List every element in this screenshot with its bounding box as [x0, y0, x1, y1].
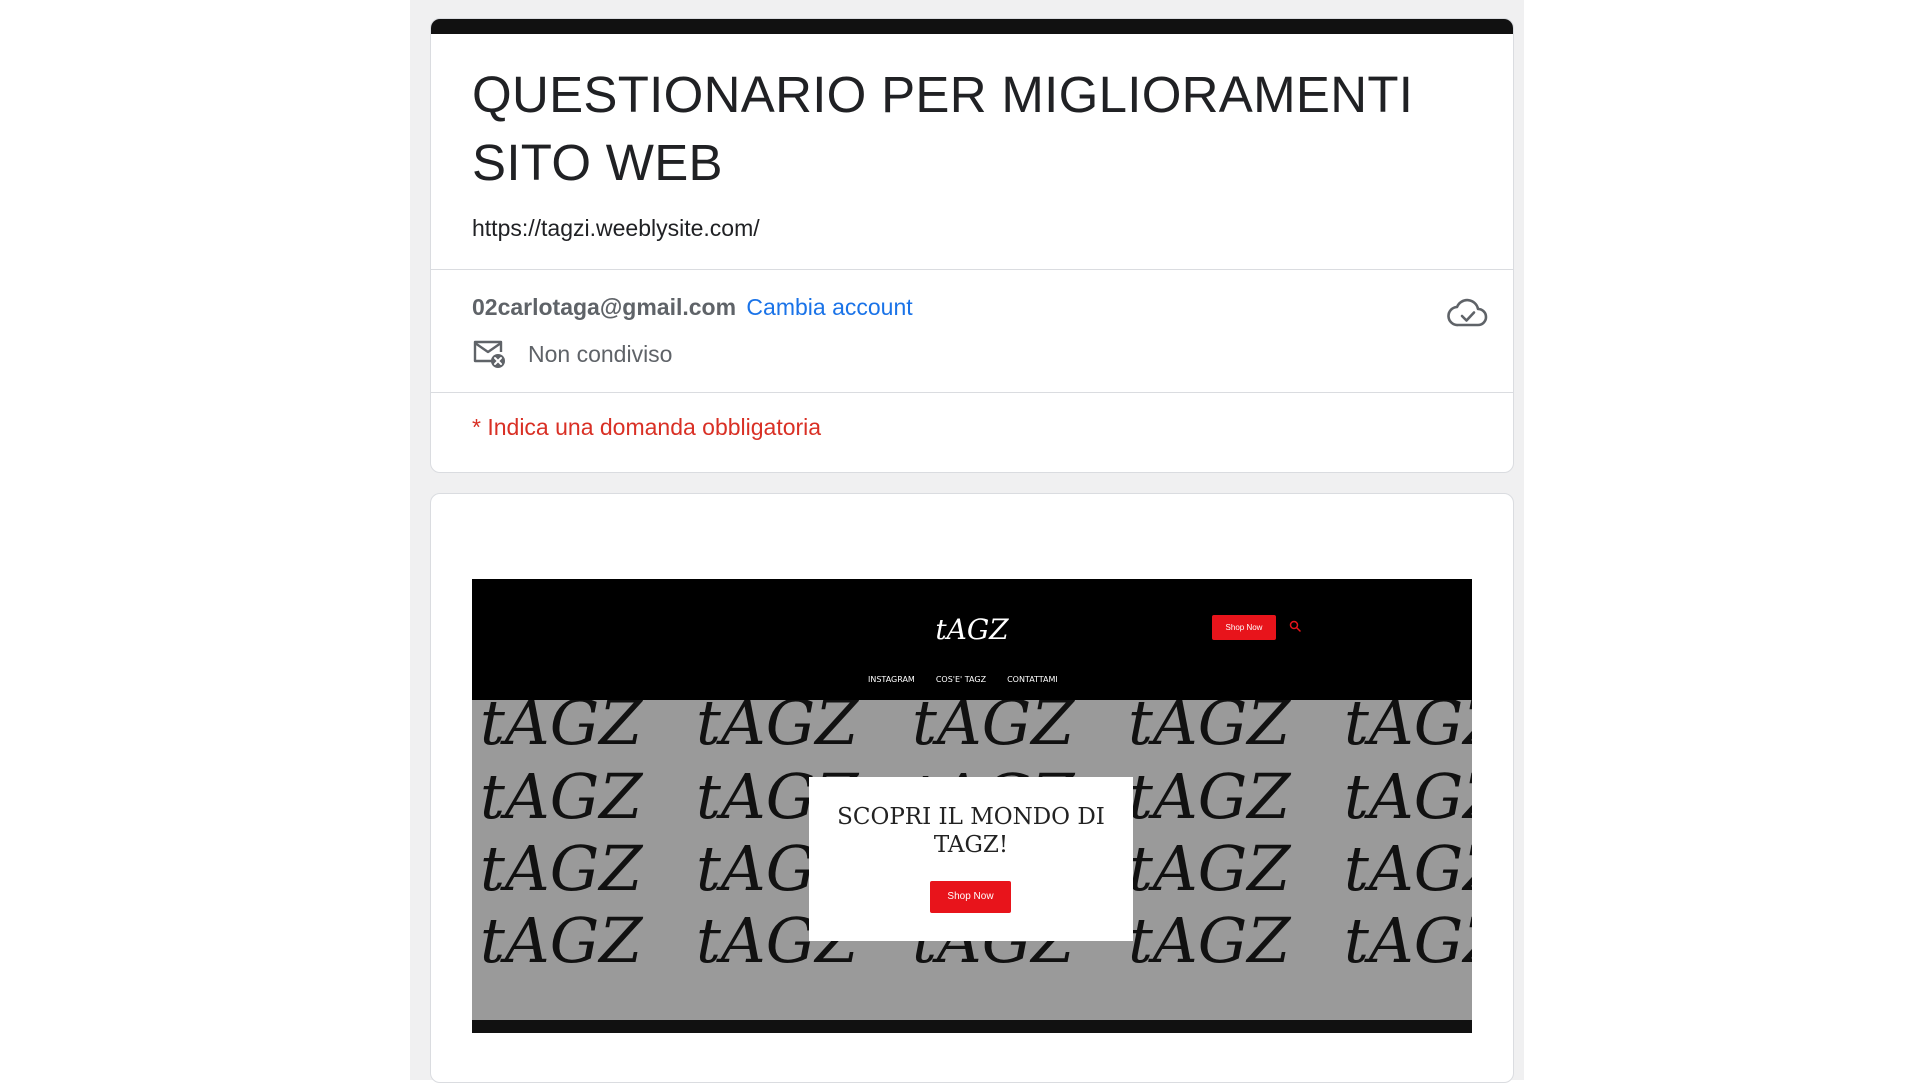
- pattern-logo-text: tAGZ: [1128, 904, 1291, 977]
- pattern-logo-text: tAGZ: [1344, 904, 1472, 977]
- site-nav: INSTAGRAM COS'E' TAGZ CONTATTAMI: [868, 675, 1058, 684]
- image-item-card: tAGZtAGZtAGZtAGZtAGZtAGZtAGZtAGZtAGZtAGZ…: [430, 493, 1514, 1083]
- mail-off-icon: [473, 340, 505, 368]
- website-screenshot: tAGZtAGZtAGZtAGZtAGZtAGZtAGZtAGZtAGZtAGZ…: [472, 579, 1472, 1033]
- form-description: https://tagzi.weeblysite.com/: [472, 215, 760, 241]
- pattern-logo-text: tAGZ: [1344, 700, 1472, 759]
- pattern-logo-text: tAGZ: [1128, 700, 1291, 759]
- pattern-logo-text: tAGZ: [480, 832, 643, 905]
- pattern-logo-text: tAGZ: [480, 760, 643, 833]
- site-header: tAGZ Shop Now INSTAGRAM COS'E' TAGZ CONT…: [472, 579, 1472, 700]
- form-title: QUESTIONARIO PER MIGLIORAMENTI SITO WEB: [472, 66, 1414, 191]
- site-nav-contact[interactable]: CONTATTAMI: [1007, 675, 1058, 684]
- pattern-logo-text: tAGZ: [480, 904, 643, 977]
- pattern-logo-text: tAGZ: [912, 700, 1075, 759]
- switch-account-link[interactable]: Cambia account: [746, 294, 912, 320]
- form-header-card: QUESTIONARIO PER MIGLIORAMENTI SITO WEB …: [430, 18, 1514, 473]
- required-question-note: * Indica una domanda obbligatoria: [472, 414, 822, 440]
- share-status-row: Non condiviso: [472, 339, 672, 369]
- promo-box: SCOPRI IL MONDO DI TAGZ! Shop Now: [809, 777, 1133, 941]
- site-nav-about[interactable]: COS'E' TAGZ: [936, 675, 986, 684]
- promo-shop-now-button[interactable]: Shop Now: [930, 881, 1011, 913]
- divider: [431, 269, 1513, 270]
- pattern-logo-text: tAGZ: [1128, 760, 1291, 833]
- account-row: 02carlotaga@gmail.com Cambia account: [472, 294, 913, 321]
- logo-text: tAGZ: [935, 613, 1009, 646]
- pattern-logo-text: tAGZ: [1344, 760, 1472, 833]
- pattern-logo-text: tAGZ: [1128, 832, 1291, 905]
- tagz-logo-icon: tAGZ: [935, 613, 1009, 646]
- share-status-text: Non condiviso: [528, 340, 673, 367]
- site-nav-instagram[interactable]: INSTAGRAM: [868, 675, 915, 684]
- promo-title: SCOPRI IL MONDO DI TAGZ!: [837, 804, 1105, 858]
- site-shop-now-button[interactable]: Shop Now: [1212, 615, 1276, 640]
- site-bottom-strip: [472, 1020, 1472, 1033]
- pattern-logo-text: tAGZ: [1344, 832, 1472, 905]
- divider: [431, 392, 1513, 393]
- cloud-check-icon: [1447, 298, 1488, 327]
- search-icon[interactable]: [1289, 620, 1301, 632]
- pattern-logo-text: tAGZ: [480, 700, 643, 759]
- account-email: 02carlotaga@gmail.com: [472, 294, 737, 320]
- header-accent-bar: [431, 19, 1513, 34]
- pattern-logo-text: tAGZ: [696, 700, 859, 759]
